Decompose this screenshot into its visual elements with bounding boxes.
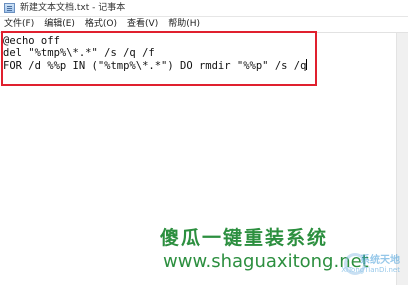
- text-caret: [306, 59, 308, 70]
- notepad-icon: [4, 3, 15, 13]
- menu-bar: 文件(F) 编辑(E) 格式(O) 查看(V) 帮助(H): [0, 17, 408, 33]
- title-bar: 新建文本文档.txt - 记事本: [0, 0, 408, 17]
- vertical-scrollbar[interactable]: [396, 33, 408, 285]
- watermark-logo-text: 系统天地: [360, 255, 400, 266]
- watermark-logo: 系统天地 XiTongTianDi.net: [341, 249, 404, 279]
- watermark-title: 傻瓜一键重装系统: [160, 227, 329, 249]
- menu-edit[interactable]: 编辑(E): [39, 17, 80, 32]
- window-title: 新建文本文档.txt - 记事本: [20, 3, 126, 13]
- editor-line: @echo off: [3, 35, 60, 47]
- watermark-logo-sub: XiTongTianDi.net: [341, 266, 400, 274]
- editor-line: FOR /d %%p IN ("%tmp%\*.*") DO rmdir "%%…: [3, 60, 307, 72]
- menu-view[interactable]: 查看(V): [122, 17, 163, 32]
- menu-file[interactable]: 文件(F): [0, 17, 39, 32]
- editor-line: del "%tmp%\*.*" /s /q /f: [3, 47, 155, 59]
- menu-help[interactable]: 帮助(H): [163, 17, 205, 32]
- editor-line-with-caret: FOR /d %%p IN ("%tmp%\*.*") DO rmdir "%%…: [3, 59, 308, 72]
- watermark-url: www.shaguaxitong.net: [163, 251, 369, 272]
- menu-format[interactable]: 格式(O): [80, 17, 122, 32]
- editor-content[interactable]: @echo off del "%tmp%\*.*" /s /q /f FOR /d …: [3, 35, 308, 72]
